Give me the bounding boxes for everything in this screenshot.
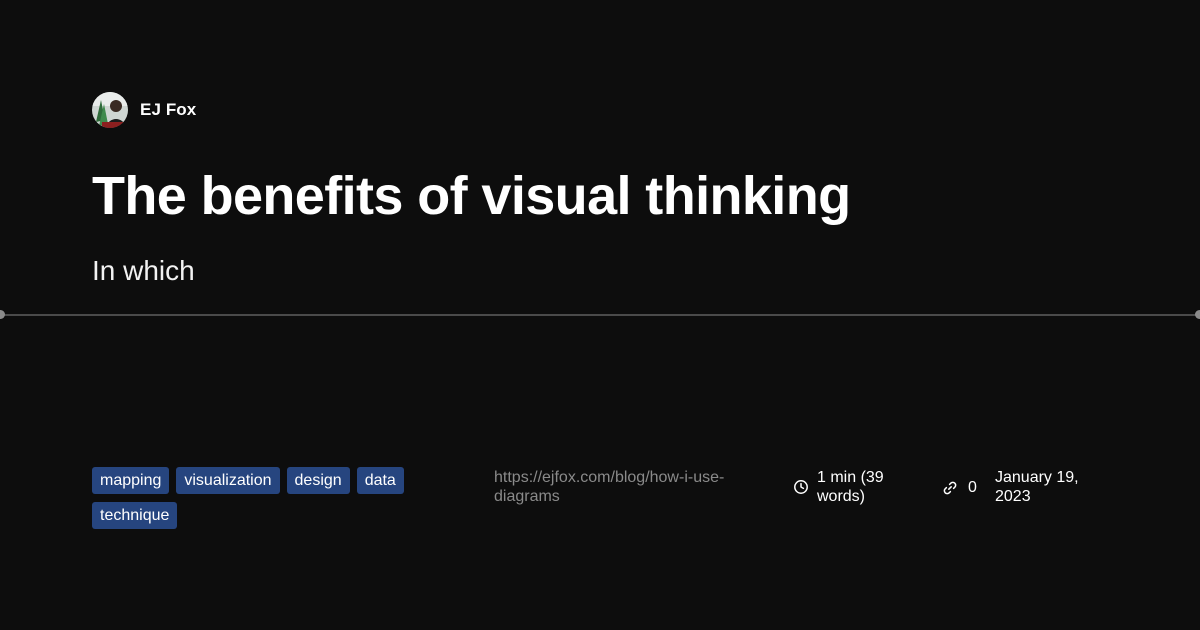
author-byline: EJ Fox — [92, 92, 196, 128]
link-count: 0 — [942, 478, 977, 497]
divider — [0, 314, 1200, 316]
tag-badge[interactable]: mapping — [92, 467, 170, 494]
tag-badge[interactable]: data — [356, 467, 404, 494]
author-avatar-image — [92, 92, 128, 128]
divider-endpoint-right — [1195, 310, 1200, 319]
tag-badge[interactable]: visualization — [176, 467, 280, 494]
divider-endpoint-left — [0, 310, 5, 319]
tag-badge[interactable]: design — [286, 467, 350, 494]
page-subtitle: In which — [92, 255, 195, 286]
author-name: EJ Fox — [140, 100, 197, 119]
tag-badge[interactable]: technique — [92, 502, 178, 529]
link-count-value: 0 — [968, 479, 977, 496]
reading-time: 1 min (39 words) — [793, 468, 917, 506]
publish-date: January 19, 2023 — [995, 469, 1079, 505]
link-icon — [942, 480, 958, 496]
clock-icon — [793, 479, 809, 495]
tag-list: mapping visualization design data techni… — [92, 467, 437, 529]
avatar — [92, 92, 128, 128]
page-title: The benefits of visual thinking — [92, 166, 851, 226]
reading-time-label: 1 min (39 words) — [817, 469, 884, 505]
post-url[interactable]: https://ejfox.com/blog/how-i-use-diagram… — [494, 468, 769, 506]
